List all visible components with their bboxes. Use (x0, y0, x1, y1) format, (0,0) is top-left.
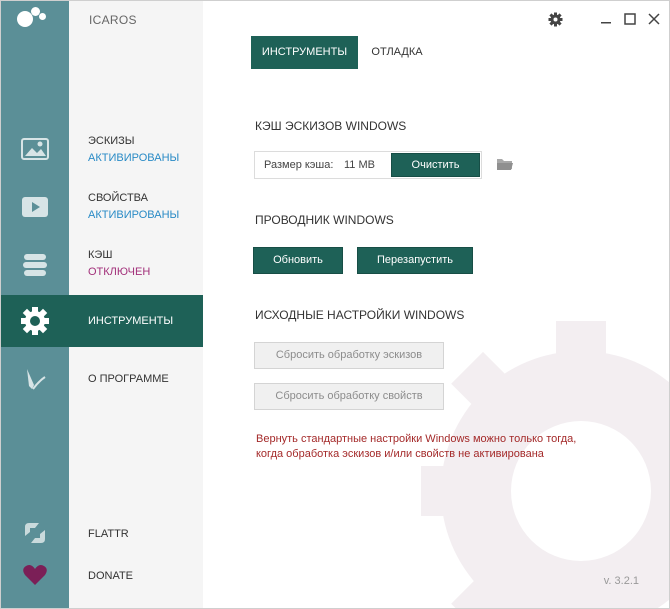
cache-size-value: 11 MB (344, 159, 375, 171)
tab-debug[interactable]: ОТЛАДКА (358, 36, 436, 69)
video-icon (22, 197, 48, 217)
nav-item-thumbnails[interactable]: ЭСКИЗЫ АКТИВИРОВАНЫ (69, 133, 203, 167)
nav-item-donate[interactable]: DONATE (69, 568, 203, 585)
app-window: ICAROS ЭСКИЗЫ АКТИВИРОВАНЫ СВОЙСТВА АКТИ… (0, 0, 670, 609)
reset-thumbnails-button[interactable]: Сбросить обработку эскизов (254, 342, 444, 369)
defaults-section-title: ИСХОДНЫЕ НАСТРОЙКИ WINDOWS (255, 308, 465, 322)
close-button[interactable] (645, 10, 663, 28)
nav-item-status: ОТКЛЮЧЕН (88, 266, 151, 278)
reset-properties-button[interactable]: Сбросить обработку свойств (254, 383, 444, 410)
properties-nav-icon-button[interactable] (1, 181, 69, 233)
cache-nav-icon-button[interactable] (1, 239, 69, 291)
heart-icon (23, 565, 47, 585)
cache-section-title: КЭШ ЭСКИЗОВ WINDOWS (255, 119, 407, 133)
settings-button[interactable] (546, 10, 564, 28)
icon-sidebar (1, 1, 69, 608)
explorer-section-title: ПРОВОДНИК WINDOWS (255, 213, 394, 227)
close-icon (648, 13, 660, 25)
nav-item-cache[interactable]: КЭШ ОТКЛЮЧЕН (69, 247, 203, 281)
pen-icon (27, 369, 46, 390)
nav-item-status: АКТИВИРОВАНЫ (88, 209, 180, 221)
nav-item-label: ЭСКИЗЫ (88, 135, 135, 147)
about-nav-icon-button[interactable] (1, 353, 69, 405)
open-folder-button[interactable] (496, 157, 514, 176)
background-gear-graphic (421, 321, 669, 608)
donate-icon-button[interactable] (1, 549, 69, 601)
nav-item-status: АКТИВИРОВАНЫ (88, 152, 180, 164)
image-icon (21, 138, 49, 160)
nav-item-label: СВОЙСТВА (88, 192, 148, 204)
tab-tools[interactable]: ИНСТРУМЕНТЫ (251, 36, 358, 69)
maximize-button[interactable] (621, 10, 639, 28)
gear-icon (548, 12, 562, 26)
thumbnails-nav-icon-button[interactable] (1, 123, 69, 175)
nav-item-properties[interactable]: СВОЙСТВА АКТИВИРОВАНЫ (69, 190, 203, 224)
database-icon (23, 254, 47, 276)
nav-item-about[interactable]: О ПРОГРАММЕ (69, 371, 203, 388)
folder-icon (497, 159, 513, 170)
reset-warning-text: Вернуть стандартные настройки Windows мо… (256, 433, 577, 460)
refresh-explorer-button[interactable]: Обновить (253, 247, 343, 274)
flattr-link: FLATTR (88, 528, 129, 540)
nav-item-label: О ПРОГРАММЕ (88, 373, 169, 385)
restart-explorer-button[interactable]: Перезапустить (357, 247, 473, 274)
cache-size-label: Размер кэша: (264, 159, 334, 171)
app-title: ICAROS (89, 13, 137, 27)
app-logo (1, 1, 69, 37)
flattr-icon (25, 523, 45, 543)
nav-item-flattr[interactable]: FLATTR (69, 526, 203, 543)
clear-cache-button[interactable]: Очистить (391, 153, 480, 177)
minimize-button[interactable] (597, 10, 615, 28)
tools-nav-icon-button[interactable] (1, 295, 69, 347)
gear-icon (21, 307, 49, 335)
version-label: v. 3.2.1 (603, 575, 639, 587)
nav-item-tools[interactable]: ИНСТРУМЕНТЫ (69, 295, 203, 347)
minimize-icon (601, 22, 611, 24)
maximize-icon (624, 13, 636, 25)
nav-item-label: КЭШ (88, 249, 113, 261)
donate-link: DONATE (88, 570, 134, 582)
nav-item-label: ИНСТРУМЕНТЫ (88, 315, 174, 327)
